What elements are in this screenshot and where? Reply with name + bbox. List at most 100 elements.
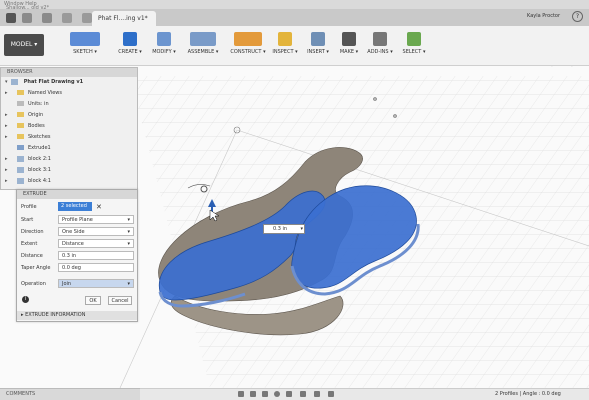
- addins-icon: [373, 32, 387, 46]
- start-row: Start Profile Plane ▾: [21, 215, 135, 225]
- browser-item-extrude1[interactable]: Extrude1: [1, 143, 137, 154]
- inspect-tool-group[interactable]: INSPECT ▾: [272, 28, 298, 64]
- display-settings-icon[interactable]: [300, 391, 306, 397]
- dropdown-arrow-icon: ▾: [127, 217, 130, 223]
- browser-item-block-2[interactable]: ▸ block 2:1: [1, 154, 137, 165]
- browser-item-bodies[interactable]: ▸ Bodies: [1, 121, 137, 132]
- construct-tool-group[interactable]: CONSTRUCT ▾: [228, 28, 268, 64]
- make-icon: [342, 32, 356, 46]
- workspace-switcher-button[interactable]: MODEL ▾: [4, 34, 44, 56]
- browser-item-block-4[interactable]: ▸ block 4:1: [1, 176, 137, 187]
- browser-panel: BROWSER ▾ Phat Flat Drawing v1 ▸ Named Vi…: [0, 67, 138, 190]
- taper-angle-input[interactable]: 0.0 deg: [58, 263, 134, 272]
- browser-item-label: block 3:1: [28, 167, 51, 173]
- extrude-icon: [123, 32, 137, 46]
- expand-arrow-icon[interactable]: ▸: [5, 154, 8, 165]
- clear-selection-icon[interactable]: ✕: [96, 202, 102, 212]
- browser-item-label: Sketches: [28, 134, 51, 140]
- addins-tool-group[interactable]: ADD-INS ▾: [366, 28, 394, 64]
- direction-label: Direction: [21, 229, 44, 235]
- dropdown-arrow-icon: ▾: [127, 229, 130, 235]
- fit-icon[interactable]: [286, 391, 292, 397]
- distance-row: Distance 0.3 in: [21, 251, 135, 261]
- browser-root-item[interactable]: ▾ Phat Flat Drawing v1: [1, 77, 137, 88]
- operation-row: Operation Join ▾: [21, 279, 135, 289]
- expand-arrow-icon[interactable]: ▸: [5, 165, 8, 176]
- taper-angle-label: Taper Angle: [21, 265, 51, 271]
- ok-button[interactable]: OK: [85, 296, 101, 305]
- folder-icon: [17, 123, 24, 128]
- tool-label: INSERT: [307, 49, 325, 55]
- tab-phat-flat[interactable]: Phat Fl....ing v1*: [92, 11, 156, 26]
- redo-icon[interactable]: [82, 13, 92, 23]
- browser-item-sketches[interactable]: ▸ Sketches: [1, 132, 137, 143]
- sketch-tool-group[interactable]: SKETCH ▾: [55, 28, 115, 64]
- expand-arrow-icon: ▸: [21, 312, 24, 318]
- assemble-tool-group[interactable]: ASSEMBLE ▾: [184, 28, 222, 64]
- orbit-icon[interactable]: [238, 391, 244, 397]
- distance-manipulator-input[interactable]: 0.3 in ▾: [263, 224, 305, 234]
- assemble-icon: [190, 32, 216, 46]
- collapse-arrow-icon[interactable]: ▾: [5, 77, 8, 88]
- start-label: Start: [21, 217, 34, 223]
- grid-settings-icon[interactable]: [314, 391, 320, 397]
- expand-arrow-icon[interactable]: ▸: [5, 88, 8, 99]
- dropdown-arrow-icon[interactable]: ▾: [300, 225, 303, 233]
- extent-label: Extent: [21, 241, 38, 247]
- component-icon: [11, 78, 18, 85]
- distance-manipulator-value: 0.3 in: [273, 226, 288, 232]
- distance-input[interactable]: 0.3 in: [58, 251, 134, 260]
- pan-icon[interactable]: [262, 391, 268, 397]
- distance-value: 0.3 in: [62, 253, 77, 259]
- start-dropdown[interactable]: Profile Plane ▾: [58, 215, 134, 224]
- start-value: Profile Plane: [62, 217, 93, 223]
- browser-header[interactable]: BROWSER: [1, 68, 137, 77]
- operation-dropdown[interactable]: Join ▾: [58, 279, 134, 288]
- folder-icon: [17, 90, 24, 95]
- browser-item-block-3[interactable]: ▸ block 3:1: [1, 165, 137, 176]
- modify-icon: [157, 32, 171, 46]
- viewports-icon[interactable]: [328, 391, 334, 397]
- distance-label: Distance: [21, 253, 43, 259]
- create-tool-group[interactable]: CREATE ▾: [118, 28, 142, 64]
- insert-tool-group[interactable]: INSERT ▾: [306, 28, 330, 64]
- zoom-icon[interactable]: [274, 391, 280, 397]
- browser-item-units[interactable]: Units: in: [1, 99, 137, 110]
- expand-arrow-icon[interactable]: ▸: [5, 132, 8, 143]
- cancel-label: Cancel: [111, 298, 129, 304]
- browser-item-named-views[interactable]: ▸ Named Views: [1, 88, 137, 99]
- extent-dropdown[interactable]: Distance ▾: [58, 239, 134, 248]
- select-icon: [407, 32, 421, 46]
- user-name[interactable]: Kayla Proctor: [527, 13, 560, 19]
- tab-document-shallow[interactable]: Shallow... old v2*: [0, 1, 70, 16]
- help-icon[interactable]: ?: [572, 11, 583, 22]
- construct-icon: [234, 32, 262, 46]
- select-tool-group[interactable]: SELECT ▾: [402, 28, 426, 64]
- profile-selection-button[interactable]: 2 selected: [58, 202, 92, 211]
- direction-value: One Side: [62, 229, 85, 235]
- extrude-information-expander[interactable]: ▸ EXTRUDE INFORMATION: [17, 311, 137, 320]
- modify-tool-group[interactable]: MODIFY ▾: [150, 28, 178, 64]
- make-tool-group[interactable]: MAKE ▾: [338, 28, 360, 64]
- operation-label: Operation: [21, 281, 46, 287]
- tool-label: CONSTRUCT: [230, 49, 262, 55]
- folder-icon: [17, 112, 24, 117]
- comments-panel[interactable]: COMMENTS: [0, 388, 140, 400]
- extrude-dialog: EXTRUDE Profile 2 selected ✕ Start Profi…: [16, 189, 138, 322]
- info-icon[interactable]: i: [22, 296, 29, 303]
- extrude-information-label: EXTRUDE INFORMATION: [25, 312, 86, 318]
- direction-dropdown[interactable]: One Side ▾: [58, 227, 134, 236]
- expand-arrow-icon[interactable]: ▸: [5, 110, 8, 121]
- tab-label: Shallow... old v2*: [6, 5, 50, 11]
- units-icon: [17, 101, 24, 106]
- browser-item-origin[interactable]: ▸ Origin: [1, 110, 137, 121]
- extrude-feature-icon: [17, 145, 24, 150]
- comments-label: COMMENTS: [6, 391, 36, 397]
- look-at-icon[interactable]: [250, 391, 256, 397]
- expand-arrow-icon[interactable]: ▸: [5, 176, 8, 187]
- browser-title: BROWSER: [7, 69, 33, 75]
- extrude-dialog-header[interactable]: EXTRUDE: [17, 190, 137, 199]
- cancel-button[interactable]: Cancel: [108, 296, 132, 305]
- expand-arrow-icon[interactable]: ▸: [5, 121, 8, 132]
- browser-item-label: Extrude1: [28, 145, 51, 151]
